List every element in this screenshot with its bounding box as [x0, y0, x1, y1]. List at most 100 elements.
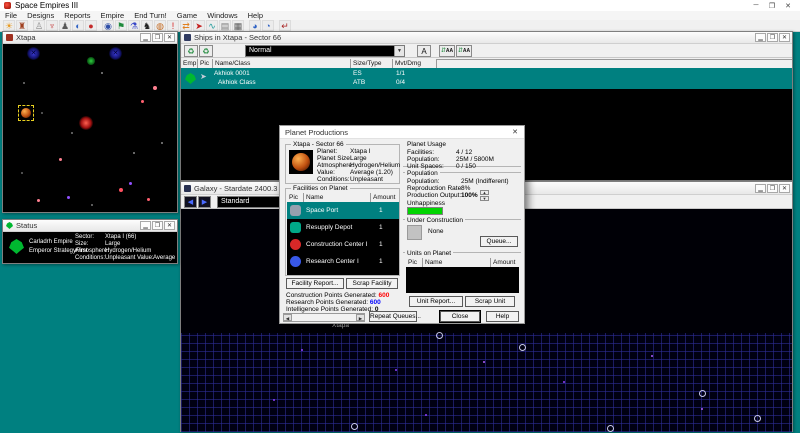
maximize-icon[interactable]: ❐ [767, 33, 778, 42]
unhappiness-bar [407, 207, 443, 215]
facility-row-selected[interactable]: Space Port 1 [287, 202, 399, 219]
close-icon[interactable]: ✕ [782, 2, 794, 10]
queue-button[interactable]: Queue... [480, 236, 518, 247]
minimize-icon[interactable]: ▁ [755, 184, 766, 193]
close-icon[interactable]: ✕ [508, 128, 522, 136]
wave-icon[interactable]: ∿ [206, 20, 218, 31]
notes-icon[interactable]: ▤ [219, 20, 231, 31]
system-circle[interactable] [519, 344, 526, 351]
system-circle[interactable] [351, 423, 358, 430]
maximize-icon[interactable]: ❐ [152, 221, 163, 230]
planet-size-label: Planet Size: [317, 155, 350, 162]
facility-amount: 1 [379, 207, 383, 214]
menu-designs[interactable]: Designs [22, 11, 59, 20]
menu-help[interactable]: Help [243, 11, 268, 20]
close-icon[interactable]: ✕ [164, 221, 175, 230]
system-map[interactable]: ✕ ✕ [3, 44, 177, 212]
pawn-icon[interactable]: ♟ [59, 20, 71, 31]
warp-point-icon[interactable]: ✕ [27, 47, 40, 60]
trident-icon[interactable]: ♆ [46, 20, 58, 31]
status-titlebar[interactable]: Status ▁ ❐ ✕ [3, 220, 177, 232]
help-button[interactable]: Help [486, 311, 519, 322]
system-circle[interactable] [754, 415, 761, 422]
ships-titlebar[interactable]: Ships in Xtapa - Sector 66 ▁ ❐ ✕ [181, 32, 792, 44]
ship-row-selected[interactable]: ➤ Akhiok 0001 ES 1/1 Akhiok Class ATB 0/… [181, 68, 792, 89]
sort-ascending-icon[interactable]: ⇵AA [439, 45, 455, 57]
ship-icon[interactable]: ➤ [193, 20, 205, 31]
transfer-arrows-icon[interactable]: ⇄ [180, 20, 192, 31]
sun-icon[interactable]: ☀ [3, 20, 15, 31]
flask-icon[interactable]: ⚗ [128, 20, 140, 31]
ships-filter-select[interactable]: Normal ▼ [245, 45, 405, 57]
dialog-title: Planet Productions [280, 128, 348, 137]
scroll-right-icon[interactable]: ▶ [356, 314, 365, 321]
chevron-down-icon[interactable]: ▼ [394, 46, 404, 56]
clear-orders-icon[interactable]: ♻ [199, 45, 213, 57]
facility-amount: 1 [379, 258, 383, 265]
maximize-icon[interactable]: ❐ [152, 33, 163, 42]
zoom-out-icon[interactable]: ◀ [184, 196, 197, 208]
unit-report-button[interactable]: Unit Report... [409, 296, 463, 307]
maximize-icon[interactable]: ❐ [766, 2, 778, 10]
scroll-left-icon[interactable]: ◀ [283, 314, 292, 321]
scrap-unit-button[interactable]: Scrap Unit [465, 296, 515, 307]
minimize-icon[interactable]: ▁ [140, 33, 151, 42]
size-value: Large [105, 241, 120, 247]
facility-report-button[interactable]: Facility Report... [286, 278, 344, 289]
units-list[interactable] [406, 267, 519, 293]
system-circle[interactable] [607, 425, 614, 432]
refresh-orders-icon[interactable]: ♻ [184, 45, 198, 57]
xtapa-titlebar[interactable]: Xtapa ▁ ❐ ✕ [3, 32, 177, 44]
facility-row[interactable]: Research Center I 1 [287, 253, 399, 270]
minimize-icon[interactable]: ▁ [140, 221, 151, 230]
colony-figure-icon[interactable]: ♜ [16, 20, 28, 31]
value-value: Average (1.20) [350, 169, 393, 176]
minimize-icon[interactable]: ─ [750, 2, 762, 10]
menu-empire[interactable]: Empire [95, 11, 129, 20]
globe-icon[interactable]: ◐ [72, 20, 84, 31]
menu-file[interactable]: File [0, 11, 22, 20]
green-planet-dot[interactable] [87, 57, 95, 65]
red-globe-icon[interactable]: ● [85, 20, 97, 31]
menu-end-turn[interactable]: End Turn! [129, 11, 172, 20]
horizontal-scrollbar[interactable]: ◀ ▶ [283, 313, 365, 322]
end-turn-icon[interactable]: ↵ [279, 20, 291, 31]
repeat-queues-button[interactable]: Repeat Queues... [369, 311, 417, 322]
menu-windows[interactable]: Windows [202, 11, 242, 20]
construction-item-image [407, 225, 422, 240]
shaded-globe-icon[interactable]: ◍ [154, 20, 166, 31]
minimize-icon[interactable]: ▁ [755, 33, 766, 42]
close-icon[interactable]: ✕ [779, 184, 790, 193]
maximize-icon[interactable]: ❐ [767, 184, 778, 193]
sort-descending-icon[interactable]: ⇵AA [456, 45, 472, 57]
spinner-up-icon[interactable]: ▲ [480, 190, 489, 195]
font-icon[interactable]: A [417, 45, 431, 57]
system-circle[interactable] [436, 332, 443, 339]
facility-row[interactable]: Resupply Depot 1 [287, 219, 399, 236]
spinner-down-icon[interactable]: ▼ [480, 196, 489, 201]
system-circle[interactable] [699, 390, 706, 397]
close-icon[interactable]: ✕ [164, 33, 175, 42]
close-icon[interactable]: ✕ [779, 33, 790, 42]
person-icon[interactable]: ♙ [33, 20, 45, 31]
globe-night-icon[interactable]: ◔ [262, 20, 274, 31]
flag-icon[interactable]: ⚑ [115, 20, 127, 31]
facility-row[interactable]: Construction Center I 1 [287, 236, 399, 253]
unhappiness-label: Unhappiness [407, 200, 445, 207]
close-button[interactable]: Close [440, 311, 480, 322]
menu-bar: File Designs Reports Empire End Turn! Ga… [0, 11, 800, 20]
globe-day-icon[interactable]: ◕ [249, 20, 261, 31]
dialog-titlebar[interactable]: Planet Productions ✕ [280, 126, 524, 139]
knight-icon[interactable]: ♞ [141, 20, 153, 31]
empire-race-icon [9, 239, 24, 254]
warp-point-icon[interactable]: ✕ [109, 47, 122, 60]
menu-game[interactable]: Game [172, 11, 202, 20]
alert-icon[interactable]: ! [167, 20, 179, 31]
planet-icon[interactable]: ◉ [102, 20, 114, 31]
selected-planet-box[interactable] [18, 105, 34, 121]
grid-icon[interactable]: ▦ [232, 20, 244, 31]
menu-reports[interactable]: Reports [59, 11, 95, 20]
zoom-in-icon[interactable]: ▶ [198, 196, 211, 208]
red-star-glow[interactable] [79, 116, 93, 130]
scrap-facility-button[interactable]: Scrap Facility [346, 278, 398, 289]
